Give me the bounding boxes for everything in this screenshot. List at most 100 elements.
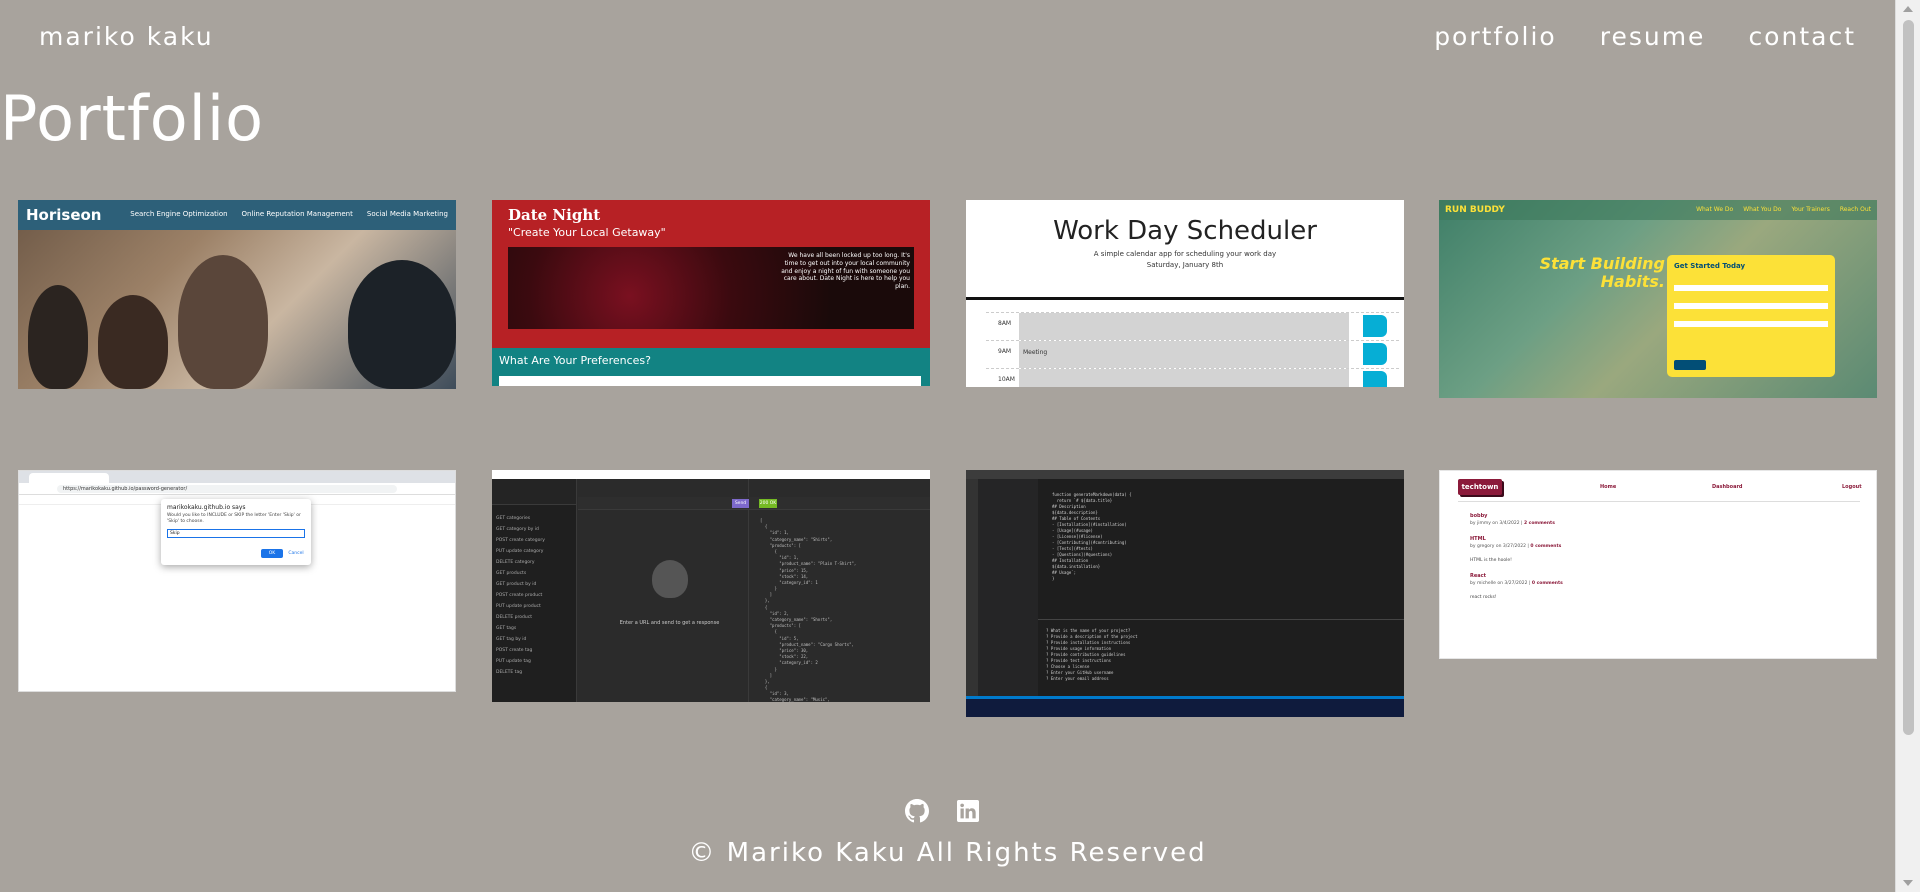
request-item: DELETE tag	[496, 670, 523, 675]
screenshot-tagline: A simple calendar app for scheduling you…	[1093, 250, 1277, 258]
post-title: React	[1470, 573, 1486, 579]
taskbar	[966, 699, 1404, 717]
post-meta-text: by gregory on 3/27/2022	[1470, 544, 1526, 549]
post-comments: 0 comments	[1531, 581, 1563, 586]
page-title: Portfolio	[0, 82, 265, 155]
save-icon	[1363, 315, 1387, 337]
screenshot-date: Saturday, January 8th	[1146, 261, 1224, 269]
request-item: GET categories	[496, 516, 531, 521]
nav-portfolio[interactable]: portfolio	[1434, 22, 1557, 51]
dialog-cancel: Cancel	[288, 551, 304, 556]
nav-contact[interactable]: contact	[1748, 22, 1856, 51]
request-item: DELETE product	[496, 615, 532, 620]
project-card-techtown[interactable]: techtown Home Dashboard Logout bobby by …	[1439, 470, 1877, 659]
request-item: POST create category	[496, 538, 545, 543]
screenshot-form-title: Get Started Today	[1674, 262, 1746, 270]
project-card-password-generator[interactable]: https://marikokaku.github.io/password-ge…	[18, 470, 456, 692]
screenshot-link: Reach Out	[1839, 206, 1871, 213]
page-scrollbar[interactable]	[1895, 0, 1920, 892]
scroll-up-arrow[interactable]	[1903, 6, 1913, 12]
nav-resume[interactable]: resume	[1600, 22, 1706, 51]
bug-icon	[652, 560, 688, 598]
photo-person	[98, 295, 168, 389]
project-card-horiseon[interactable]: Horiseon Search Engine Optimization Onli…	[18, 200, 456, 389]
request-item: GET tag by id	[496, 637, 527, 642]
screenshot-hero-text: We have all been locked up too long. It'…	[781, 252, 910, 291]
github-icon[interactable]	[904, 798, 930, 824]
send-button: Send	[732, 499, 749, 508]
dialog-input: Skip	[167, 529, 305, 538]
post-comments: 2 comments	[1523, 521, 1555, 526]
request-item: PUT update tag	[496, 659, 531, 664]
schedule-text	[1019, 313, 1349, 340]
url-bar	[578, 497, 930, 510]
screenshot-form-button	[1674, 360, 1706, 370]
screenshot-title: Work Day Scheduler	[1053, 216, 1317, 246]
screenshot-divider	[966, 297, 1404, 300]
screenshot-nav-dashboard: Dashboard	[1712, 484, 1743, 490]
save-icon	[1363, 343, 1387, 365]
scroll-down-arrow[interactable]	[1903, 880, 1913, 886]
copyright-text: © Mariko Kaku All Rights Reserved	[688, 838, 1207, 868]
schedule-hour: 8AM	[998, 320, 1012, 327]
post-title: HTML	[1470, 536, 1486, 542]
schedule-hour: 10AM	[998, 376, 1015, 383]
photo-person	[348, 260, 456, 389]
dialog-title: marikokaku.github.io says	[167, 504, 246, 511]
request-item: DELETE category	[496, 560, 535, 565]
screenshot-logo: techtown	[1458, 479, 1502, 495]
status-badge: 200 OK	[759, 499, 777, 508]
linkedin-icon[interactable]	[955, 798, 981, 824]
screenshot-nav-logout: Logout	[1842, 484, 1862, 490]
project-card-run-buddy[interactable]: RUN BUDDY What We Do What You Do Your Tr…	[1439, 200, 1877, 398]
dialog-message: Would you like to INCLUDE or SKIP the le…	[167, 513, 301, 525]
save-icon	[1363, 371, 1387, 387]
window-titlebar	[492, 470, 930, 479]
request-sidebar	[492, 479, 577, 702]
schedule-hour: 9AM	[998, 348, 1012, 355]
screenshot-form-input	[1674, 321, 1828, 327]
project-card-work-day-scheduler[interactable]: Work Day Scheduler A simple calendar app…	[966, 200, 1404, 387]
screenshot-link: Social Media Marketing	[366, 210, 448, 218]
prompt-dialog: marikokaku.github.io says Would you like…	[161, 499, 311, 565]
screenshot-link: Your Trainers	[1791, 206, 1830, 213]
request-item: PUT update product	[496, 604, 541, 609]
post-title: bobby	[1470, 513, 1488, 519]
screenshot-input	[499, 376, 921, 386]
response-body: [ { "id": 1, "category_name": "Shirts", …	[760, 518, 857, 702]
schedule-row: 8AM	[986, 312, 1399, 340]
photo-person	[28, 285, 88, 389]
schedule-text	[1019, 369, 1349, 387]
screenshot-logo: Horiseon	[26, 206, 102, 224]
activity-bar	[966, 479, 978, 699]
sidebar-header	[492, 479, 576, 505]
screenshot-form: Get Started Today	[1667, 255, 1835, 377]
menu-bar	[966, 470, 1404, 479]
request-item: GET tags	[496, 626, 517, 631]
screenshot-logo: RUN BUDDY	[1445, 205, 1505, 215]
screenshot-link: What You Do	[1743, 206, 1782, 213]
brand-link[interactable]: mariko kaku	[39, 22, 214, 51]
request-item: POST create tag	[496, 648, 533, 653]
project-card-date-night[interactable]: Date Night "Create Your Local Getaway" W…	[492, 200, 930, 386]
project-card-ecommerce-back-end[interactable]: Send 200 OK Enter a URL and send to get …	[492, 470, 930, 702]
request-item: GET category by id	[496, 527, 539, 532]
screenshot-headline: Start Building Habits.	[1539, 254, 1665, 291]
schedule-row: 9AM Meeting	[986, 340, 1399, 368]
screenshot-link: What We Do	[1696, 206, 1734, 213]
screenshot-nav-home: Home	[1600, 484, 1617, 490]
request-item: GET products	[496, 571, 527, 576]
terminal-text: ? What is the name of your project? ? Pr…	[1046, 628, 1138, 681]
screenshot-divider	[1458, 501, 1860, 502]
project-card-readme-generator[interactable]: function generateMarkdown(data) { return…	[966, 470, 1404, 717]
scroll-thumb[interactable]	[1903, 20, 1914, 735]
schedule-text: Meeting	[1019, 341, 1349, 368]
post-meta: by gregory on 3/27/2022 | 0 comments	[1470, 544, 1562, 549]
browser-url: https://marikokaku.github.io/password-ge…	[57, 485, 397, 493]
code-text: function generateMarkdown(data) { return…	[1052, 492, 1132, 581]
empty-message: Enter a URL and send to get a response	[619, 620, 720, 626]
photo-person	[178, 255, 268, 389]
schedule-row: 10AM	[986, 368, 1399, 387]
screenshot-section-title: What Are Your Preferences?	[499, 354, 651, 367]
dialog-ok: OK	[261, 549, 283, 558]
